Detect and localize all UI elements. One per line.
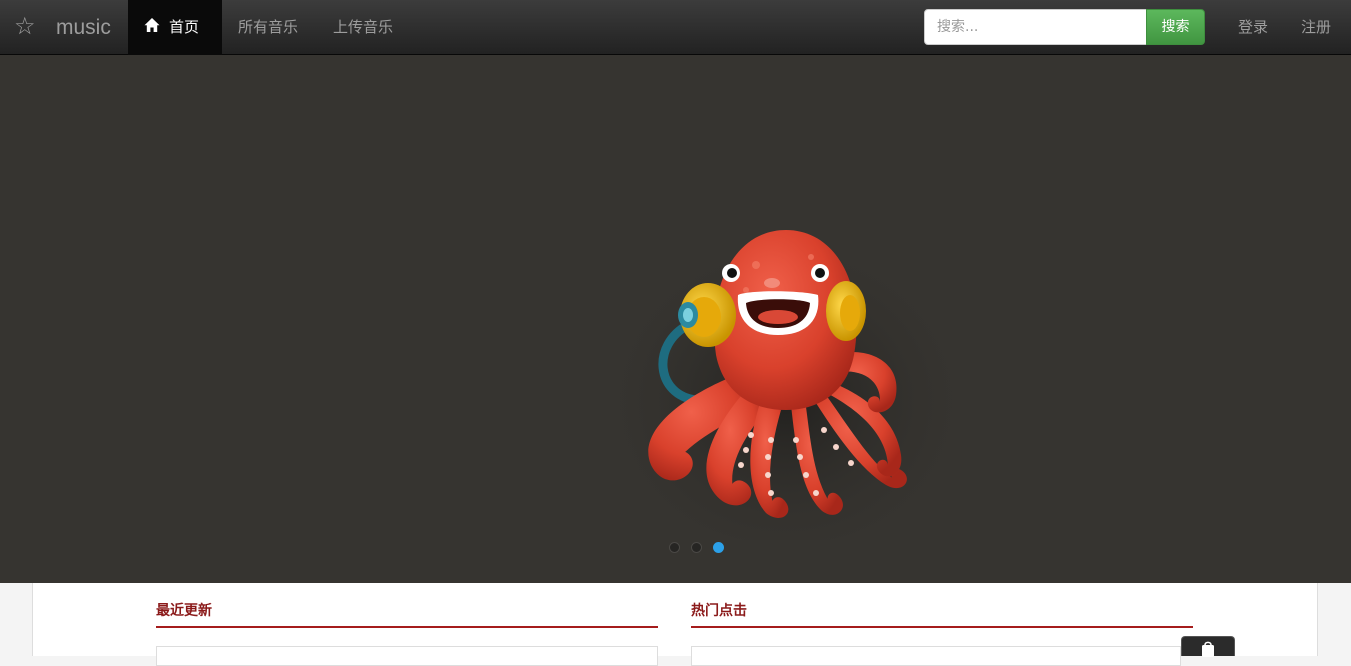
search-button[interactable]: 搜索 <box>1146 9 1205 45</box>
octopus-headphones-image <box>606 225 966 540</box>
popular-list <box>691 646 1181 666</box>
register-link[interactable]: 注册 <box>1301 0 1331 55</box>
carousel-indicator-1[interactable] <box>669 542 680 553</box>
carousel-indicator-2[interactable] <box>691 542 702 553</box>
nav-all-music[interactable]: 所有音乐 <box>222 0 314 55</box>
main-content: 最近更新 热门点击 <box>32 583 1318 666</box>
nav-home-label: 首页 <box>169 18 200 36</box>
home-icon <box>144 18 160 32</box>
search-input[interactable] <box>924 9 1147 45</box>
recent-updates-divider <box>156 626 658 628</box>
recent-updates-list <box>156 646 658 666</box>
nav-home[interactable]: 首页 <box>128 0 222 55</box>
star-icon[interactable]: ☆ <box>14 11 36 41</box>
brand-name[interactable]: music <box>56 14 111 42</box>
floating-tool-tab[interactable] <box>1181 636 1235 657</box>
top-navbar: ☆ music 首页 所有音乐 上传音乐 搜索 登录 注册 <box>0 0 1351 55</box>
login-link[interactable]: 登录 <box>1238 0 1268 55</box>
nav-upload-music[interactable]: 上传音乐 <box>317 0 409 55</box>
shopping-bag-icon <box>1202 641 1214 657</box>
popular-title: 热门点击 <box>691 603 747 619</box>
recent-updates-title: 最近更新 <box>156 603 212 619</box>
popular-divider <box>691 626 1193 628</box>
carousel-indicator-3[interactable] <box>713 542 724 553</box>
hero-carousel[interactable] <box>0 55 1351 583</box>
